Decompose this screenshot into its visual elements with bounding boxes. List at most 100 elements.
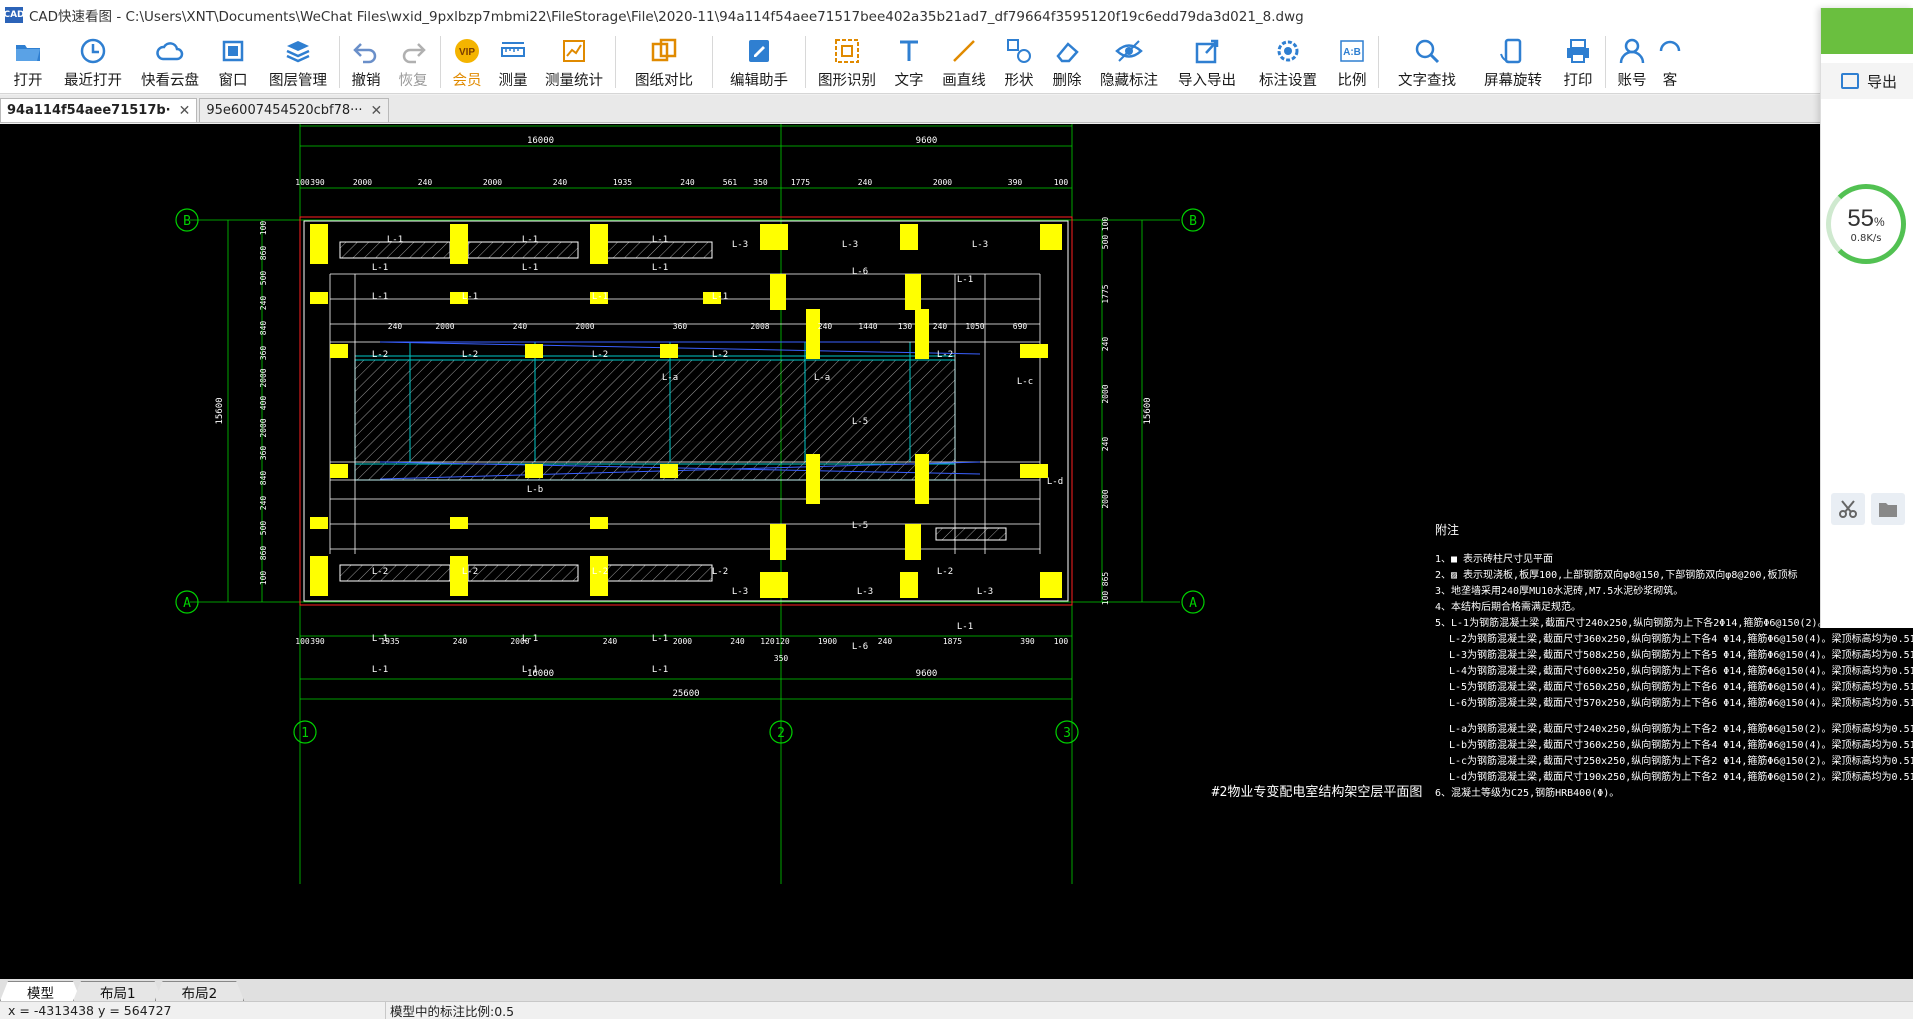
toolbar-button-account[interactable]: 账号 <box>1609 30 1655 94</box>
dimension-label: 240 <box>418 178 433 187</box>
shape-icon <box>1007 39 1031 63</box>
toolbar-label: 文字查找 <box>1398 73 1456 89</box>
slab-hatch <box>601 564 713 582</box>
dimension-label: 350 <box>753 178 768 187</box>
text-icon <box>900 40 918 61</box>
tab-drawing-2[interactable]: 95e6007454520cbf78··· ✕ <box>199 98 390 122</box>
layout-tab-model[interactable]: 模型 <box>0 981 81 1001</box>
title-bar: CAD CAD快速看图 - C:\Users\XNT\Documents\WeC… <box>0 0 1913 30</box>
toolbar-label: 窗口 <box>218 73 248 89</box>
toolbar-button-vip[interactable]: VIP 会员 <box>444 30 490 94</box>
beam-label: L-1 <box>652 263 668 273</box>
toolbar-label: 图层管理 <box>269 73 327 89</box>
toolbar-button-scale[interactable]: A:B 比例 <box>1329 30 1375 94</box>
toolbar-button-text[interactable]: 文字 <box>885 30 933 94</box>
export-button[interactable]: 导出 <box>1821 63 1913 99</box>
column-block <box>590 517 608 529</box>
tab-close-icon[interactable]: ✕ <box>179 103 191 119</box>
beam-label: L-1 <box>462 292 478 302</box>
notes-line: L-b为钢筋混凝土梁,截面尺寸360x250,纵向钢筋为上下各4 Φ14,箍筋Φ… <box>1449 738 1913 751</box>
toolbar-button-compare[interactable]: 图纸对比 <box>619 30 709 94</box>
toolbar-button-ruler[interactable]: 测量 <box>490 30 536 94</box>
tab-drawing-1[interactable]: 94a114f54aee71517b· ✕ <box>0 98 198 122</box>
toolbar-label: 打开 <box>13 73 43 89</box>
notes-line: L-4为钢筋混凝土梁,截面尺寸600x250,纵向钢筋为上下各6 Φ14,箍筋Φ… <box>1449 664 1913 677</box>
slab-hatch <box>935 527 1007 541</box>
toolbar-button-line[interactable]: 画直线 <box>933 30 995 94</box>
beam-label: L-2 <box>712 350 728 360</box>
beam-label: L-d <box>1047 477 1063 487</box>
dimension-label: 240 <box>1101 437 1110 452</box>
toolbar-label: 图纸对比 <box>635 73 693 89</box>
beam-label: L-a <box>662 373 678 383</box>
beam-label: L-1 <box>957 622 973 632</box>
toolbar-label: 最近打开 <box>64 73 122 89</box>
dimension-label: 100 <box>1054 637 1069 646</box>
layout-tab-2[interactable]: 布局2 <box>155 981 245 1001</box>
inner-dimension-label: 240 <box>818 322 833 331</box>
toolbar-button-hide-eye[interactable]: 隐藏标注 <box>1091 30 1167 94</box>
column-block <box>330 464 348 478</box>
dimension-label: 9600 <box>916 136 938 146</box>
toolbar-button-window[interactable]: 窗口 <box>206 30 260 94</box>
toolbar-label: 导入导出 <box>1178 73 1236 89</box>
column-block <box>915 454 929 504</box>
cad-drawing: 123123BBAA256001600096001600096002560010… <box>175 124 1913 884</box>
toolbar-label: 文字 <box>894 73 924 89</box>
status-bar: x = -4313438 y = 564727 模型中的标注比例:0.5 <box>0 1001 1913 1019</box>
beam-label: L-a <box>814 373 830 383</box>
beam-label: L-1 <box>712 292 728 302</box>
toolbar-button-measure-stats[interactable]: 测量统计 <box>536 30 612 94</box>
dimension-label: 390 <box>1008 178 1023 187</box>
dimension-label: 1775 <box>1101 284 1110 303</box>
toolbar-button-service[interactable]: 客 <box>1655 30 1685 94</box>
layout-tab-1[interactable]: 布局1 <box>73 981 163 1001</box>
dimension-label: 500 <box>259 521 268 536</box>
column-block <box>310 292 328 304</box>
toolbar-button-undo[interactable]: 撤销 <box>343 30 389 94</box>
column-block <box>660 464 678 478</box>
dimension-label: 100 <box>259 221 268 236</box>
beam-label: L-2 <box>462 350 478 360</box>
notes-line: 3、地垄墙采用240厚MU10水泥砖,M7.5水泥砂浆砌筑。 <box>1435 584 1683 597</box>
column-block <box>905 524 921 560</box>
drawing-canvas[interactable]: 123123BBAA256001600096001600096002560010… <box>0 124 1913 979</box>
notes-line: 1、■ 表示砖柱尺寸见平面 <box>1435 552 1553 565</box>
column-block <box>770 524 786 560</box>
dimension-label: 240 <box>858 178 873 187</box>
toolbar-button-open-folder[interactable]: 打开 <box>4 30 52 94</box>
toolbar-button-annotation-settings[interactable]: 标注设置 <box>1247 30 1329 94</box>
toolbar-button-rotate-screen[interactable]: 屏幕旋转 <box>1472 30 1554 94</box>
column-block <box>806 309 820 359</box>
axis-bubble-label: A <box>1189 596 1197 611</box>
toolbar-button-text-search[interactable]: 文字查找 <box>1382 30 1472 94</box>
account-icon <box>1619 38 1645 64</box>
tab-close-icon[interactable]: ✕ <box>371 103 383 119</box>
column-block <box>1040 224 1062 250</box>
column-block <box>660 344 678 358</box>
axis-bubble-label: 1 <box>301 726 309 741</box>
toolbar-button-edit-assistant[interactable]: 编辑助手 <box>716 30 802 94</box>
beam-label: L-3 <box>972 240 988 250</box>
toolbar-button-import-export[interactable]: 导入导出 <box>1167 30 1247 94</box>
toolbar-button-eraser[interactable]: 删除 <box>1043 30 1091 94</box>
toolbar-button-redo[interactable]: 恢复 <box>389 30 437 94</box>
toolbar-label: 删除 <box>1052 73 1082 89</box>
toolbar-button-shape-recognize[interactable]: 图形识别 <box>809 30 885 94</box>
column-block <box>1020 344 1048 358</box>
inner-dimension-label: 130 <box>898 322 913 331</box>
scissors-icon[interactable] <box>1831 493 1865 525</box>
beam-label: L-2 <box>937 567 953 577</box>
toolbar-button-layers[interactable]: 图层管理 <box>260 30 336 94</box>
toolbar-button-shape[interactable]: 形状 <box>995 30 1043 94</box>
folder-icon[interactable] <box>1871 493 1905 525</box>
dimension-label: 100 <box>295 637 310 646</box>
toolbar-label: 会员 <box>452 73 482 89</box>
compare-icon <box>651 38 677 62</box>
toolbar-separator <box>339 36 340 88</box>
beam-label: L-1 <box>372 292 388 302</box>
toolbar-button-cloud[interactable]: 快看云盘 <box>134 30 206 94</box>
toolbar-button-recent-clock[interactable]: 最近打开 <box>52 30 134 94</box>
toolbar-label: 恢复 <box>398 73 428 89</box>
toolbar-button-print[interactable]: 打印 <box>1554 30 1602 94</box>
